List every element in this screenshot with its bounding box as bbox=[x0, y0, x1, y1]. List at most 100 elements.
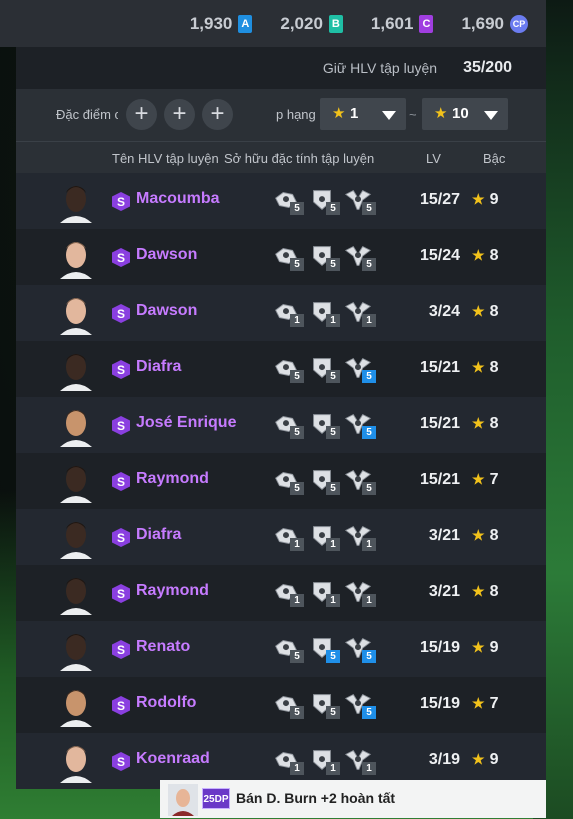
trainer-row[interactable]: S Macoumba 5 5 5 15/27 ★ 9 bbox=[16, 173, 546, 229]
trainer-grade: ★ 9 bbox=[472, 639, 498, 657]
add-trait-button-2[interactable]: + bbox=[164, 99, 195, 130]
svg-text:S: S bbox=[117, 755, 125, 769]
trainer-level: 3/21 bbox=[428, 583, 460, 600]
rank-min-value: 1 bbox=[350, 105, 359, 122]
trainer-row[interactable]: S Renato 5 5 5 15/19 ★ 9 bbox=[16, 621, 546, 677]
trainer-row[interactable]: S Raymond 1 1 1 3/21 ★ 8 bbox=[16, 565, 546, 621]
trait-icon: 1 bbox=[306, 521, 340, 553]
rank-max-select[interactable]: ★ 10 bbox=[422, 98, 508, 130]
trainer-level: 15/21 bbox=[419, 415, 460, 432]
trait-level: 5 bbox=[362, 370, 376, 383]
grade-value: 8 bbox=[489, 303, 499, 320]
trait-icon: 1 bbox=[342, 521, 376, 553]
star-icon: ★ bbox=[434, 105, 448, 122]
trainer-row[interactable]: S Diafra 5 5 5 15/21 ★ 8 bbox=[16, 341, 546, 397]
special-badge-icon: S bbox=[112, 248, 130, 267]
trainer-row[interactable]: S Diafra 1 1 1 3/21 ★ 8 bbox=[16, 509, 546, 565]
trainer-avatar bbox=[60, 578, 92, 615]
trait-icons: 1 1 1 bbox=[270, 521, 378, 553]
trait-icon: 5 bbox=[270, 633, 304, 665]
trainer-row[interactable]: S Dawson 1 1 1 3/24 ★ 8 bbox=[16, 285, 546, 341]
trait-level: 1 bbox=[362, 762, 376, 775]
trait-icon: 5 bbox=[306, 409, 340, 441]
special-badge-icon: S bbox=[112, 360, 130, 379]
chevron-down-icon bbox=[382, 111, 396, 120]
star-icon: ★ bbox=[472, 471, 485, 487]
trait-icons: 5 5 5 bbox=[270, 465, 378, 497]
trainer-count-row: Giữ HLV tập luyện 35/200 bbox=[16, 47, 546, 89]
currency-a-icon: A bbox=[238, 14, 253, 33]
trainer-row[interactable]: S Dawson 5 5 5 15/24 ★ 8 bbox=[16, 229, 546, 285]
svg-text:S: S bbox=[117, 643, 125, 657]
rank-max-value: 10 bbox=[452, 105, 469, 122]
currency-a-value: 1,930 bbox=[189, 13, 233, 33]
trait-level: 5 bbox=[326, 370, 340, 383]
currency-b: 2,020 B bbox=[280, 14, 343, 34]
notification-tag: 25DP bbox=[202, 788, 230, 809]
currency-cp: 1,690 CP bbox=[461, 14, 528, 34]
special-badge-icon: S bbox=[112, 696, 130, 715]
special-badge-icon: S bbox=[112, 192, 130, 211]
trainer-level: 15/21 bbox=[419, 471, 460, 488]
trainer-count-value: 35/200 bbox=[463, 59, 512, 76]
trainer-row[interactable]: S Rodolfo 5 5 5 15/19 ★ 7 bbox=[16, 677, 546, 733]
svg-text:S: S bbox=[117, 419, 125, 433]
trainer-level: 15/24 bbox=[419, 247, 460, 264]
trainer-name: José Enrique bbox=[136, 414, 237, 431]
currency-bar: 1,930 A 2,020 B 1,601 C 1,690 CP bbox=[0, 0, 546, 47]
star-icon: ★ bbox=[472, 303, 485, 319]
rank-min-select[interactable]: ★ 1 bbox=[320, 98, 406, 130]
trainer-avatar bbox=[60, 354, 92, 391]
trainer-avatar bbox=[60, 746, 92, 783]
trainer-row[interactable]: S Raymond 5 5 5 15/21 ★ 7 bbox=[16, 453, 546, 509]
trainer-grade: ★ 8 bbox=[472, 527, 498, 545]
trait-level: 1 bbox=[290, 762, 304, 775]
grade-value: 9 bbox=[489, 639, 499, 656]
trait-icon: 5 bbox=[306, 465, 340, 497]
column-header-name[interactable]: Tên HLV tập luyện bbox=[112, 151, 219, 166]
notification-text: Bán D. Burn +2 hoàn tất bbox=[236, 790, 396, 806]
currency-cp-value: 1,690 bbox=[461, 13, 504, 33]
grade-value: 8 bbox=[489, 583, 499, 600]
currency-b-icon: B bbox=[328, 14, 343, 33]
trait-icon: 5 bbox=[270, 353, 304, 385]
trait-level: 5 bbox=[362, 482, 376, 495]
trait-icon: 1 bbox=[342, 577, 376, 609]
trainer-grade: ★ 8 bbox=[472, 415, 498, 433]
trait-icon: 1 bbox=[306, 745, 340, 777]
trait-icon: 5 bbox=[306, 241, 340, 273]
trait-icon: 5 bbox=[342, 465, 376, 497]
column-header-lv[interactable]: LV bbox=[426, 151, 441, 166]
trait-level: 5 bbox=[290, 370, 304, 383]
trainer-count-label: Giữ HLV tập luyện bbox=[322, 60, 438, 76]
trait-level: 5 bbox=[290, 482, 304, 495]
star-icon: ★ bbox=[472, 695, 485, 711]
svg-text:S: S bbox=[117, 587, 125, 601]
trait-icon: 5 bbox=[270, 409, 304, 441]
svg-text:S: S bbox=[117, 475, 125, 489]
star-icon: ★ bbox=[472, 359, 485, 375]
trainer-list: S Macoumba 5 5 5 15/27 ★ 9 S Dawson 5 5 … bbox=[16, 173, 546, 789]
trainer-row[interactable]: S José Enrique 5 5 5 15/21 ★ 8 bbox=[16, 397, 546, 453]
trainer-name: Raymond bbox=[136, 582, 209, 599]
svg-text:S: S bbox=[117, 699, 125, 713]
svg-text:S: S bbox=[117, 363, 125, 377]
trait-level: 5 bbox=[326, 202, 340, 215]
trait-level: 5 bbox=[362, 258, 376, 271]
star-icon: ★ bbox=[472, 639, 485, 655]
trainer-avatar bbox=[60, 634, 92, 671]
currency-c-value: 1,601 bbox=[370, 13, 414, 33]
trait-icons: 5 5 5 bbox=[270, 689, 378, 721]
trait-level: 1 bbox=[362, 314, 376, 327]
column-header-grade[interactable]: Bậc bbox=[483, 151, 505, 166]
add-trait-button-3[interactable]: + bbox=[202, 99, 233, 130]
trait-icons: 1 1 1 bbox=[270, 577, 378, 609]
grade-value: 8 bbox=[489, 415, 499, 432]
column-header-traits[interactable]: Sở hữu đặc tính tập luyện bbox=[224, 151, 374, 166]
add-trait-button-1[interactable]: + bbox=[126, 99, 157, 130]
trainer-name: Rodolfo bbox=[136, 694, 197, 711]
trait-level: 5 bbox=[362, 202, 376, 215]
grade-value: 7 bbox=[489, 695, 499, 712]
svg-text:S: S bbox=[117, 531, 125, 545]
trainer-name: Koenraad bbox=[136, 750, 210, 767]
